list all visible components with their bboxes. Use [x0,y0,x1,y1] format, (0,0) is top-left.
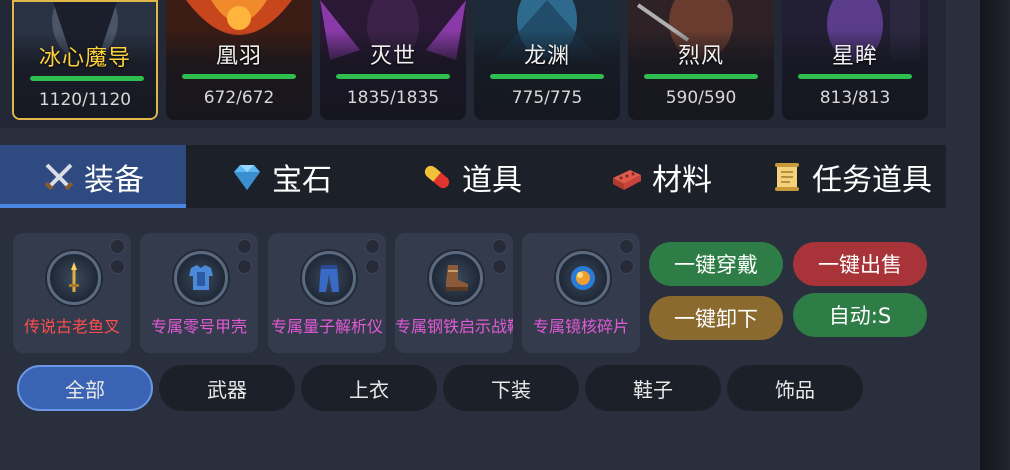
item-card-5[interactable]: 专属镜核碎片 [522,233,640,353]
item-name: 专属镜核碎片 [532,317,629,336]
hp-bar [644,74,758,79]
filter-weapon[interactable]: 武器 [159,365,295,411]
slot-dot [492,259,507,274]
item-icon-frame [302,251,356,305]
item-icon-frame [174,251,228,305]
hero-name: 冰心魔导 [38,46,131,71]
background-edge [980,0,1010,470]
sell-all-button[interactable]: 一键出售 [793,242,927,286]
item-icon-frame [47,251,101,305]
hero-roster: 冰心魔导 1120/1120 凰羽 672/672 灭世 1835/1835 龙… [0,0,946,128]
inventory-tabs: 装备 宝石 道具 材料 任务道具 [0,145,946,208]
item-icon-frame [429,251,483,305]
hero-card-6[interactable]: 星眸 813/813 [782,0,928,120]
tab-label: 道具 [462,162,522,198]
pants-icon [319,265,339,292]
hero-name: 龙渊 [523,44,570,69]
item-icon-frame [556,251,610,305]
hero-card-2[interactable]: 凰羽 672/672 [166,0,312,120]
slot-dot [619,239,634,254]
tab-quest-items[interactable]: 任务道具 [756,145,946,208]
hp-value: 1120/1120 [38,90,132,110]
hero-card-5[interactable]: 烈风 590/590 [628,0,774,120]
hp-bar [182,74,296,79]
hp-value: 775/775 [511,88,583,108]
equip-all-button[interactable]: 一键穿戴 [649,242,783,286]
hp-value: 813/813 [819,88,891,108]
crossed-swords-icon [44,163,74,190]
tab-label: 任务道具 [812,162,932,198]
hp-value: 1835/1835 [346,88,440,108]
hp-bar [798,74,912,79]
armor-icon [189,265,213,290]
filter-bottom[interactable]: 下装 [443,365,579,411]
tab-equipment[interactable]: 装备 [0,145,186,208]
tab-label: 装备 [84,162,144,198]
tab-gems[interactable]: 宝石 [186,145,376,208]
item-name: 专属钢铁启示战靴 [395,317,513,336]
item-card-2[interactable]: 专属零号甲壳 [140,233,258,353]
hero-card-1[interactable]: 冰心魔导 1120/1120 [12,0,158,120]
unequip-all-button[interactable]: 一键卸下 [649,296,783,340]
trident-icon [69,262,79,292]
hp-bar [30,76,144,81]
hero-name: 星眸 [831,44,878,69]
item-name: 传说古老鱼叉 [23,317,120,336]
slot-dot [237,239,252,254]
slot-dot [237,259,252,274]
item-name: 专属零号甲壳 [150,317,247,336]
hero-card-3[interactable]: 灭世 1835/1835 [320,0,466,120]
item-card-3[interactable]: 专属量子解析仪 [268,233,386,353]
slot-dot [492,239,507,254]
filter-shoes[interactable]: 鞋子 [585,365,721,411]
orb-icon [571,266,595,290]
hp-bar [490,74,604,79]
brick-icon [613,169,641,190]
pill-icon [424,165,450,188]
boots-icon [446,265,468,291]
hero-name: 凰羽 [215,44,262,69]
scroll-icon [775,162,799,191]
filter-all[interactable]: 全部 [17,365,153,411]
tab-label: 宝石 [272,162,332,198]
hp-value: 590/590 [665,88,737,108]
slot-dot [365,239,380,254]
slot-dot [619,259,634,274]
item-card-4[interactable]: 专属钢铁启示战靴 [395,233,513,353]
item-name: 专属量子解析仪 [270,317,383,336]
tab-materials[interactable]: 材料 [566,145,756,208]
tab-label: 材料 [652,162,712,198]
filter-accessory[interactable]: 饰品 [727,365,863,411]
hero-card-4[interactable]: 龙渊 775/775 [474,0,620,120]
hp-bar [336,74,450,79]
slot-dot [110,239,125,254]
hp-value: 672/672 [203,88,275,108]
auto-sell-toggle[interactable]: 自动:S [793,293,927,337]
tab-items[interactable]: 道具 [376,145,566,208]
diamond-icon [234,164,260,190]
hero-name: 灭世 [369,44,416,69]
filter-top[interactable]: 上衣 [301,365,437,411]
slot-dot [110,259,125,274]
slot-dot [365,259,380,274]
hero-name: 烈风 [677,44,724,69]
item-card-1[interactable]: 传说古老鱼叉 [13,233,131,353]
